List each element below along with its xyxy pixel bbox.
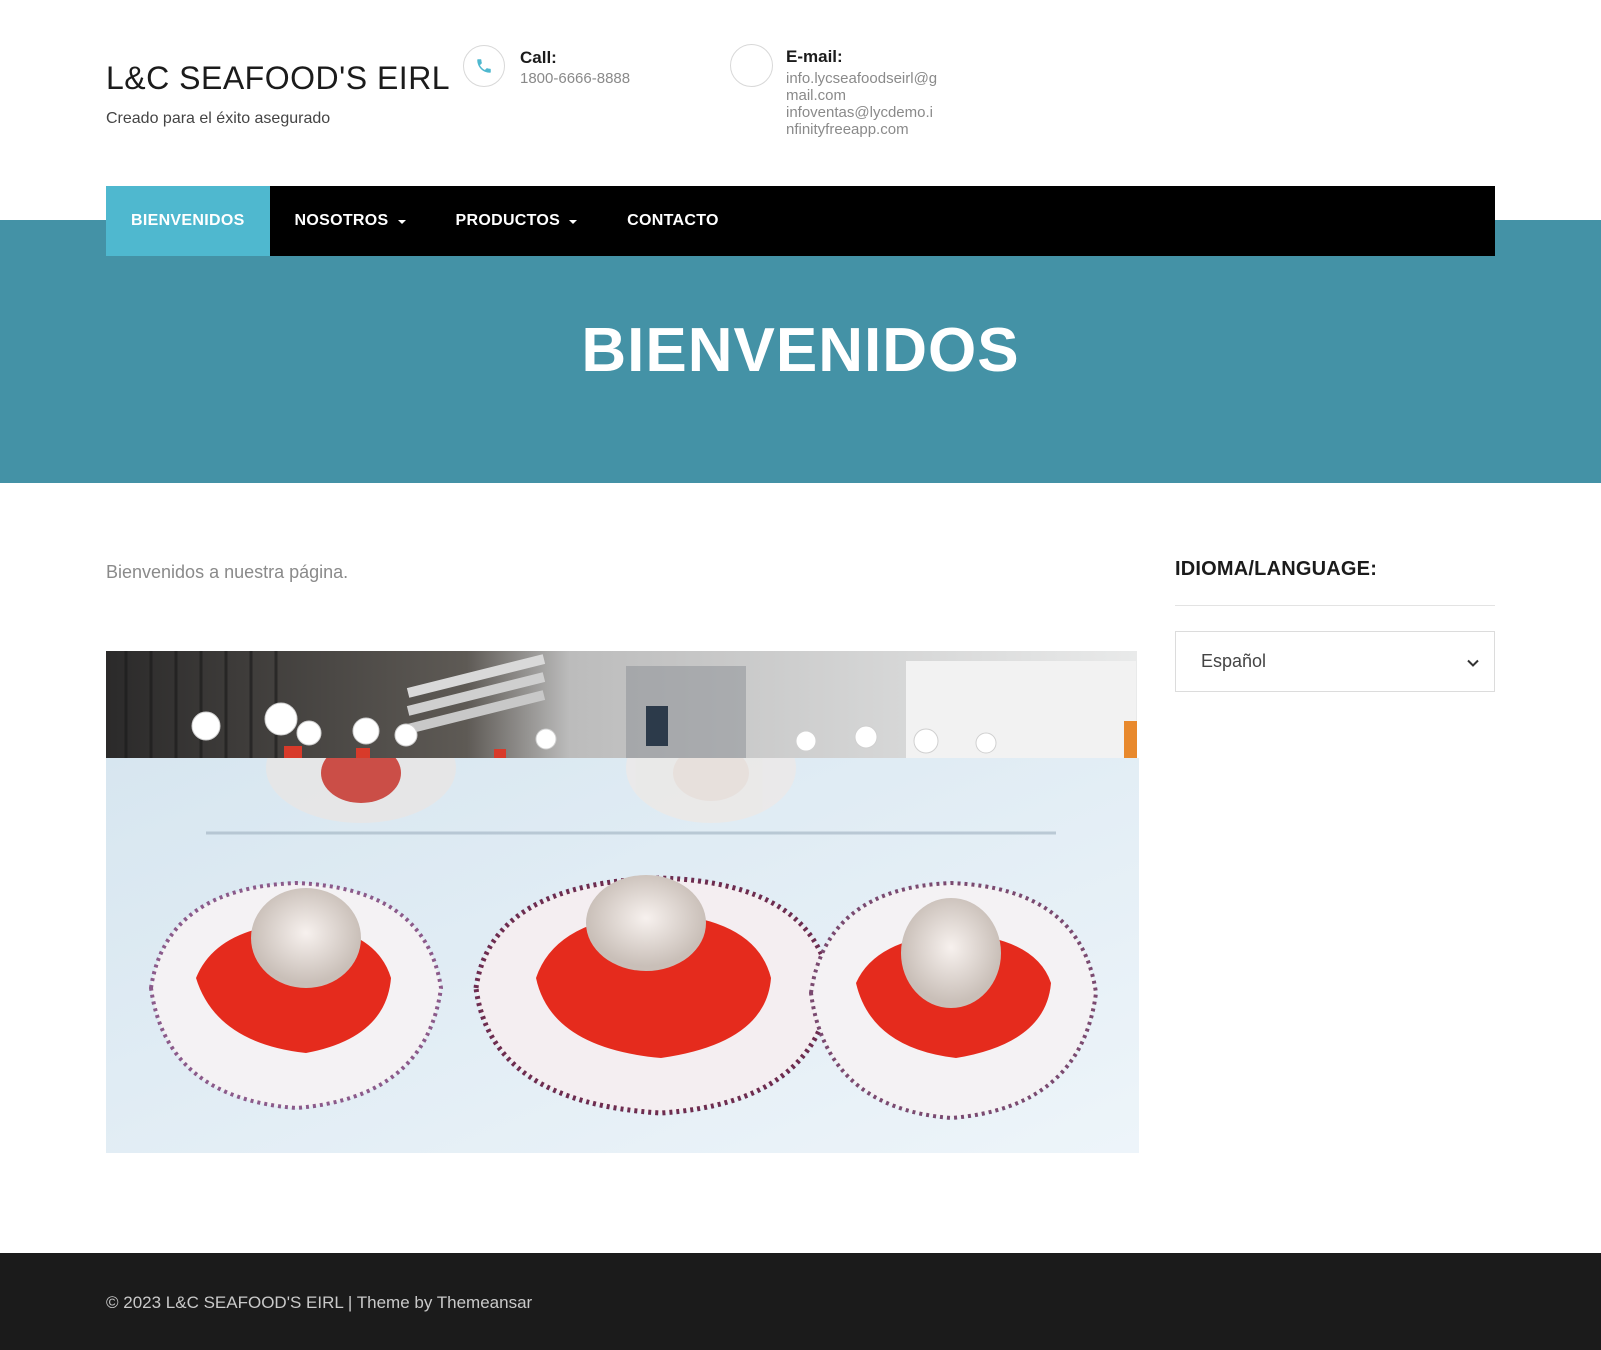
caret-down-icon	[397, 219, 406, 224]
nav-item-contacto[interactable]: CONTACTO	[602, 186, 744, 256]
nav-item-nosotros[interactable]: NOSOTROS	[270, 186, 431, 256]
email-line-1[interactable]: info.lycseafoodseirl@g	[786, 70, 937, 87]
email-icon	[730, 44, 773, 87]
call-contact: Call: 1800-6666-8888	[463, 45, 683, 105]
intro-text: Bienvenidos a nuestra página.	[106, 562, 349, 582]
hero-banner: BIENVENIDOS	[0, 220, 1601, 483]
nav-item-label: BIENVENIDOS	[131, 212, 245, 229]
site-title[interactable]: L&C SEAFOOD'S EIRL	[106, 60, 450, 97]
main-navbar: BIENVENIDOS NOSOTROS PRODUCTOS CONTACTO	[106, 186, 1495, 256]
factory-photo	[106, 651, 1137, 758]
caret-down-icon	[569, 219, 578, 224]
chevron-down-icon	[1466, 654, 1480, 675]
email-line-4[interactable]: nfinityfreeapp.com	[786, 121, 909, 138]
language-selected-value: Español	[1201, 651, 1267, 671]
nav-item-label: NOSOTROS	[294, 212, 389, 229]
nav-item-bienvenidos[interactable]: BIENVENIDOS	[106, 186, 270, 256]
footer-separator: |	[343, 1293, 357, 1312]
language-select[interactable]: Español	[1175, 631, 1495, 692]
nav-item-productos[interactable]: PRODUCTOS	[431, 186, 603, 256]
email-line-3[interactable]: infoventas@lycdemo.i	[786, 104, 933, 121]
hero-title: BIENVENIDOS	[581, 316, 1020, 385]
sidebar-language-title: IDIOMA/LANGUAGE:	[1175, 558, 1378, 580]
email-label: E-mail:	[786, 47, 843, 66]
footer-copyright-link[interactable]: © 2023 L&C SEAFOOD'S EIRL	[106, 1293, 343, 1312]
email-line-2[interactable]: mail.com	[786, 87, 846, 104]
email-contact: E-mail: info.lycseafoodseirl@g mail.com …	[730, 44, 980, 144]
phone-icon	[463, 45, 505, 87]
nav-item-label: PRODUCTOS	[455, 212, 561, 229]
call-label: Call:	[520, 48, 557, 67]
footer-theme-link[interactable]: Theme by Themeansar	[357, 1293, 532, 1312]
scallops-photo	[106, 758, 1139, 1178]
sidebar-divider	[1175, 605, 1495, 606]
call-number[interactable]: 1800-6666-8888	[520, 70, 630, 87]
footer-credit: © 2023 L&C SEAFOOD'S EIRL | Theme by The…	[106, 1293, 532, 1313]
nav-item-label: CONTACTO	[627, 212, 719, 229]
site-tagline: Creado para el éxito asegurado	[106, 110, 331, 127]
